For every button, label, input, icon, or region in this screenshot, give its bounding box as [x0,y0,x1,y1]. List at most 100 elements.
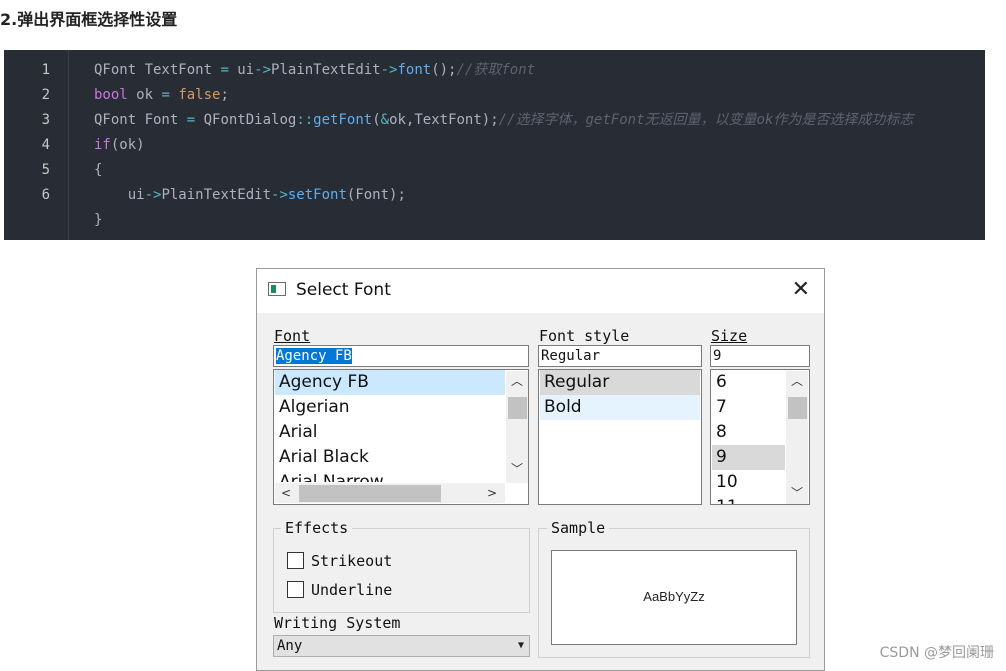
chevron-left-icon[interactable]: < [275,483,297,503]
code-token: -> [254,62,272,78]
chevron-right-icon[interactable]: > [481,483,503,503]
font-list[interactable]: Agency FB Algerian Arial Arial Black Ari… [273,369,529,505]
line-number: 5 [41,162,50,178]
code-token: QFont TextFont [94,62,221,78]
app-window-icon [268,282,286,296]
size-list-item[interactable]: 7 [712,395,785,420]
sample-label: Sample [547,519,610,537]
font-name-input[interactable]: Agency FB [273,345,529,367]
size-list-item[interactable]: 6 [712,370,785,395]
font-style-label: Font style [539,327,630,345]
select-font-dialog: Select Font ✕ Font Agency FB Agency FB A… [256,268,825,671]
code-token: -> [144,187,162,203]
effects-label: Effects [281,519,353,537]
article-heading: 2.弹出界面框选择性设置 [0,10,178,29]
code-token: & [380,112,390,128]
chevron-up-icon[interactable]: ︿ [786,371,808,391]
font-list-item[interactable]: Arial [275,420,505,445]
dialog-titlebar: Select Font ✕ [257,269,824,313]
font-list-item[interactable]: Arial Black [275,445,505,470]
code-token: (Font); [346,187,406,203]
size-list-vscroll-thumb[interactable] [788,397,807,419]
size-list-item[interactable]: 10 [712,470,785,495]
dialog-title: Select Font [296,280,391,300]
font-list-item[interactable]: Algerian [275,395,505,420]
size-input[interactable]: 9 [710,345,810,367]
code-token: PlainTextEdit [271,62,381,78]
font-style-list-item[interactable]: Regular [540,370,700,395]
font-style-input[interactable]: Regular [538,345,702,367]
font-list-vscroll[interactable]: ︿ ﹀ [506,371,528,483]
underline-label[interactable]: Underline [311,581,392,599]
writing-system-label: Writing System [274,614,401,632]
line-number: 4 [41,137,50,153]
code-token: = [220,62,229,78]
font-label: Font [274,327,310,345]
code-line: ui->PlainTextEdit->setFont(Font); [94,183,406,208]
size-list-item[interactable]: 11 [712,495,785,504]
code-block: 1 2 3 4 5 6 QFont TextFont = ui->PlainTe… [4,50,985,240]
font-list-hscroll-thumb[interactable] [299,485,441,502]
code-token: //选择字体，getFont无返回量，以变量ok作为是否选择成功标志 [498,112,914,128]
code-token: -> [380,62,398,78]
line-number: 3 [41,112,50,128]
chevron-down-icon: ▼ [517,640,524,651]
line-number: 2 [41,87,50,103]
effects-group [273,528,530,613]
strikeout-label[interactable]: Strikeout [311,552,392,570]
chevron-down-icon[interactable]: ﹀ [506,459,528,479]
font-name-value: Agency FB [276,348,352,364]
size-label-text: Size [711,327,748,345]
font-list-hscroll[interactable]: < > [275,483,505,503]
code-line: bool ok = false; [94,83,229,108]
code-token: getFont [313,112,373,128]
writing-system-select[interactable]: Any ▼ [273,635,530,657]
chevron-up-icon[interactable]: ︿ [506,371,528,391]
close-icon[interactable]: ✕ [792,278,810,302]
code-line: QFont TextFont = ui->PlainTextEdit->font… [94,58,535,83]
code-token: QFont Font [94,112,187,128]
code-line: } [94,208,102,233]
code-token: ( [372,112,381,128]
size-list[interactable]: 6 7 8 9 10 11 ︿ ﹀ [710,369,810,505]
font-label-text: Font [274,327,311,345]
font-list-vscroll-thumb[interactable] [508,397,527,419]
code-token: (ok) [110,137,145,153]
code-token: setFont [287,187,347,203]
line-number: 6 [41,187,50,203]
chevron-down-icon[interactable]: ﹀ [786,483,808,503]
code-line: QFont Font = QFontDialog::getFont(&ok,Te… [94,108,913,133]
underline-checkbox[interactable] [287,581,304,598]
code-token: { [94,162,103,178]
size-label: Size [711,327,747,345]
code-token: bool [94,87,128,103]
writing-system-value: Any [277,638,303,654]
code-token: if [94,137,111,153]
size-list-vscroll[interactable]: ︿ ﹀ [786,371,808,504]
code-token: ui [228,62,255,78]
code-token: false [178,87,221,103]
size-list-item[interactable]: 8 [712,420,785,445]
code-token: QFontDialog [195,112,297,128]
code-token: = [161,87,170,103]
size-list-item[interactable]: 9 [712,445,785,470]
line-number: 1 [41,62,50,78]
font-list-item[interactable]: Agency FB [275,370,505,395]
code-line: { [94,158,102,183]
font-style-list-item[interactable]: Bold [540,395,700,420]
sample-preview: AaBbYyZz [551,550,797,645]
code-token: -> [271,187,288,203]
watermark: CSDN @梦回阑珊 [879,645,994,661]
code-token: PlainTextEdit [161,187,272,203]
code-token: ok,TextFont); [389,112,499,128]
strikeout-checkbox[interactable] [287,552,304,569]
code-token: //获取font [456,62,536,78]
font-list-item[interactable]: Arial Narrow [275,470,505,482]
code-token: font [397,62,432,78]
code-token: ok [127,87,162,103]
code-token: ; [220,87,229,103]
code-token: = [186,112,196,128]
code-token: :: [296,112,314,128]
font-style-list[interactable]: Regular Bold [538,369,702,505]
sample-text: AaBbYyZz [643,589,705,604]
